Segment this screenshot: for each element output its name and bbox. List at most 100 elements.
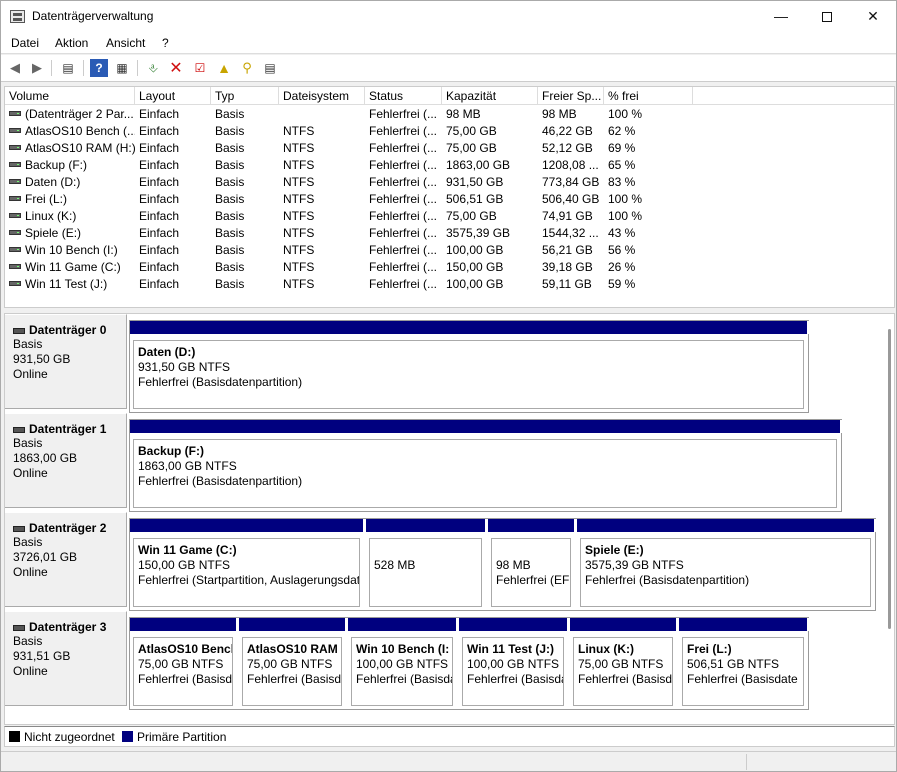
volume-cell: 75,00 GB [446,140,540,157]
volume-drive-icon [9,128,21,134]
legend-label-primary: Primäre Partition [137,730,227,744]
column-kapazitaet[interactable]: Kapazität [442,87,538,105]
disk-label[interactable]: Datenträger 2 Basis 3726,01 GB Online [5,512,127,607]
volume-drive-icon [9,111,21,117]
disk-type: Basis [13,535,43,549]
volume-cell: Win 11 Test (J:) [9,276,135,293]
volume-cell-text: Einfach [139,277,180,291]
maximize-icon [822,12,832,23]
volume-cell-text: 75,00 GB [446,141,497,155]
partition-body: 98 MB Fehlerfrei (EFI- [491,538,571,607]
volume-row[interactable]: Win 10 Bench (I:) Einfach Basis NTFS Fehlerf… [5,242,894,259]
back-icon[interactable]: ◀ [6,59,24,77]
column-typ[interactable]: Typ [211,87,279,105]
volume-drive-icon [9,213,21,219]
partition-name: Spiele (E:) [585,543,644,557]
list-view-icon[interactable]: ▦ [113,59,131,77]
help-icon[interactable]: ? [90,59,108,77]
volume-cell-text: Fehlerfrei (... [369,107,438,121]
volume-cell: 98 MB [542,106,606,123]
disk-label[interactable]: Datenträger 3 Basis 931,51 GB Online [5,611,127,706]
partition[interactable]: 528 MB [366,519,488,610]
volume-cell: Daten (D:) [9,174,135,191]
forward-icon[interactable]: ▶ [28,59,46,77]
partition-color-bar [459,618,570,631]
maximize-button[interactable] [804,1,850,32]
minimize-button[interactable]: — [758,1,804,32]
partition[interactable]: Frei (L:) 506,51 GB NTFS Fehlerfrei (Basis… [679,618,810,709]
menu-help[interactable]: ? [162,36,169,50]
volume-cell: 100,00 GB [446,242,540,259]
partition[interactable]: Win 10 Bench (I: 100,00 GB NTFS Fehlerfrei… [348,618,459,709]
column-dateisystem[interactable]: Dateisystem [279,87,365,105]
volume-cell-text: Fehlerfrei (... [369,192,438,206]
vertical-scrollbar[interactable] [885,314,894,724]
window-title: Datenträgerverwaltung [32,9,154,23]
partition[interactable]: Spiele (E:) 3575,39 GB NTFS Fehlerfrei (Ba… [577,519,877,610]
volume-row[interactable]: AtlasOS10 RAM (H:) Einfach Basis NTFS Fehler… [5,140,894,157]
volume-cell-text: 56 % [608,243,636,257]
menu-ansicht[interactable]: Ansicht [106,36,145,50]
console-tree-icon[interactable]: ▤ [59,59,77,77]
column-layout[interactable]: Layout [135,87,211,105]
volume-row[interactable]: Win 11 Test (J:) Einfach Basis NTFS Fehlerfr… [5,276,894,293]
disk-label[interactable]: Datenträger 1 Basis 1863,00 GB Online [5,413,127,508]
export-icon[interactable]: ▤ [261,59,279,77]
volume-cell: NTFS [283,140,367,157]
volume-cell: 39,18 GB [542,259,606,276]
partition[interactable]: Win 11 Game (C:) 150,00 GB NTFS Fehlerfrei… [130,519,366,610]
search-icon[interactable]: ⚲ [238,59,256,77]
rescan-icon[interactable]: ⎀ [144,59,162,77]
partition[interactable]: Win 11 Test (J:) 100,00 GB NTFS Fehlerfrei… [459,618,570,709]
volume-cell: 74,91 GB [542,208,606,225]
volume-row[interactable]: (Datenträger 2 Par... Einfach Basis Fehlerf… [5,106,894,123]
disk-label[interactable]: Datenträger 0 Basis 931,50 GB Online [5,314,127,409]
partition[interactable]: Linux (K:) 75,00 GB NTFS Fehlerfrei (Basis… [570,618,679,709]
partition[interactable]: Daten (D:) 931,50 GB NTFS Fehlerfrei (Basi… [130,321,810,412]
legend-unallocated: Nicht zugeordnet [9,730,115,744]
close-button[interactable]: ✕ [850,1,896,32]
volume-row[interactable]: Daten (D:) Einfach Basis NTFS Fehlerfrei (..… [5,174,894,191]
menu-aktion[interactable]: Aktion [55,36,88,50]
volume-cell-text: 75,00 GB [446,124,497,138]
status-bar [1,751,896,771]
volume-cell: Fehlerfrei (... [369,259,444,276]
partition-status: Fehlerfrei (Basisdatenpartition) [585,573,750,587]
partition-body: Win 10 Bench (I: 100,00 GB NTFS Fehlerfrei… [351,637,453,706]
volume-row[interactable]: Backup (F:) Einfach Basis NTFS Fehlerfrei (.… [5,157,894,174]
partition-status: Fehlerfrei (Basisda [467,672,564,686]
scrollbar-thumb[interactable] [888,329,891,629]
volume-cell-text: 506,40 GB [542,192,600,206]
volume-row[interactable]: Spiele (E:) Einfach Basis NTFS Fehlerfrei (.… [5,225,894,242]
volume-cell-text: Einfach [139,226,180,240]
partition[interactable]: 98 MB Fehlerfrei (EFI- [488,519,577,610]
volume-cell: Backup (F:) [9,157,135,174]
volume-cell-text: NTFS [283,175,315,189]
volume-cell: AtlasOS10 RAM (H:) [9,140,135,157]
volume-cell-text: 1208,08 ... [542,158,599,172]
volume-drive-icon [9,162,21,168]
partition[interactable]: AtlasOS10 RAM 75,00 GB NTFS Fehlerfrei (Ba… [239,618,348,709]
partition[interactable]: Backup (F:) 1863,00 GB NTFS Fehlerfrei (Ba… [130,420,843,511]
folder-up-icon[interactable]: ▲ [215,59,233,77]
volume-row[interactable]: Win 11 Game (C:) Einfach Basis NTFS Fehlerfr… [5,259,894,276]
properties-icon[interactable]: ☑ [191,59,209,77]
volume-row[interactable]: Frei (L:) Einfach Basis NTFS Fehlerfrei (...… [5,191,894,208]
volume-cell: (Datenträger 2 Par... [9,106,135,123]
column-freier-speicher[interactable]: Freier Sp... [538,87,604,105]
partition[interactable]: AtlasOS10 Bench 75,00 GB NTFS Fehlerfrei (… [130,618,239,709]
menu-datei[interactable]: Datei [11,36,39,50]
volume-cell-text: 100 % [608,107,643,121]
partition-body: Backup (F:) 1863,00 GB NTFS Fehlerfrei (Ba… [133,439,837,508]
disk-name-text: Datenträger 2 [29,521,107,535]
volume-cell: 75,00 GB [446,123,540,140]
column-volume[interactable]: Volume [5,87,135,105]
delete-icon[interactable]: ✕ [167,59,185,77]
volume-cell: 56,21 GB [542,242,606,259]
column-prozent-frei[interactable]: % frei [604,87,693,105]
column-status[interactable]: Status [365,87,442,105]
volume-cell-text: Einfach [139,158,180,172]
volume-cell: 773,84 GB [542,174,606,191]
volume-row[interactable]: Linux (K:) Einfach Basis NTFS Fehlerfrei (..… [5,208,894,225]
volume-row[interactable]: AtlasOS10 Bench (... Einfach Basis NTFS Fehl… [5,123,894,140]
